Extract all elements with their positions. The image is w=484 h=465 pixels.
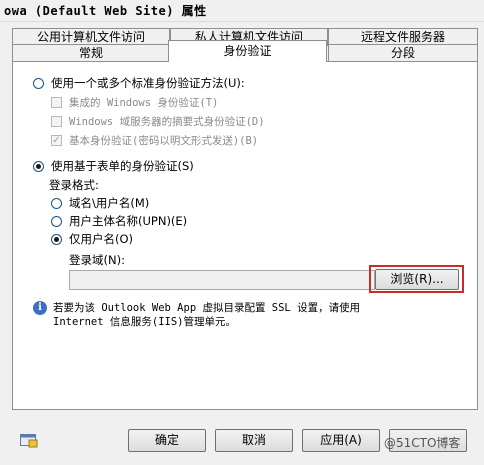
- format-domain-user-label: 域名\用户名(M): [69, 196, 150, 210]
- forms-auth-label: 使用基于表单的身份验证(S): [51, 159, 194, 173]
- standard-auth-radio[interactable]: [33, 77, 44, 89]
- tab-general[interactable]: 常规: [12, 44, 170, 62]
- login-domain-label: 登录域(N):: [69, 253, 125, 267]
- forms-auth-option[interactable]: 使用基于表单的身份验证(S): [33, 158, 194, 174]
- digest-auth-checkbox: [51, 116, 62, 127]
- info-text-line-1: 若要为该 Outlook Web App 虚拟目录配置 SSL 设置，请使用: [53, 302, 361, 314]
- format-upn-radio[interactable]: [51, 215, 62, 227]
- login-format-label: 登录格式:: [49, 178, 99, 192]
- standard-auth-option[interactable]: 使用一个或多个标准身份验证方法(U):: [33, 75, 245, 91]
- digest-auth-label: Windows 域服务器的摘要式身份验证(D): [69, 116, 265, 128]
- tab-authentication[interactable]: 身份验证: [168, 40, 327, 62]
- watermark-text: @51CTO博客: [384, 436, 461, 450]
- integrated-windows-auth-label: 集成的 Windows 身份验证(T): [69, 97, 219, 109]
- integrated-windows-auth-option: 集成的 Windows 身份验证(T): [51, 95, 218, 110]
- format-username-label: 仅用户名(O): [69, 232, 134, 246]
- digest-auth-option: Windows 域服务器的摘要式身份验证(D): [51, 114, 265, 129]
- ok-button[interactable]: 确定: [128, 429, 206, 452]
- ssl-info-message: i 若要为该 Outlook Web App 虚拟目录配置 SSL 设置，请使用…: [33, 301, 360, 329]
- basic-auth-checkbox: ✓: [51, 135, 62, 146]
- forms-auth-radio[interactable]: [33, 160, 44, 172]
- cancel-button[interactable]: 取消: [215, 429, 293, 452]
- basic-auth-option: ✓ 基本身份验证(密码以明文形式发送)(B): [51, 133, 258, 148]
- browse-button[interactable]: 浏览(R)...: [375, 269, 459, 290]
- format-upn-label: 用户主体名称(UPN)(E): [69, 214, 188, 228]
- window-title: owa (Default Web Site) 属性: [0, 0, 484, 22]
- tab-segmentation[interactable]: 分段: [328, 44, 478, 62]
- format-username-option[interactable]: 仅用户名(O): [51, 231, 133, 247]
- basic-auth-label: 基本身份验证(密码以明文形式发送)(B): [69, 135, 259, 147]
- properties-page-icon: [20, 434, 38, 448]
- authentication-panel: 使用一个或多个标准身份验证方法(U): 集成的 Windows 身份验证(T) …: [12, 61, 478, 410]
- standard-auth-label: 使用一个或多个标准身份验证方法(U):: [51, 76, 245, 90]
- format-upn-option[interactable]: 用户主体名称(UPN)(E): [51, 213, 187, 229]
- format-domain-user-radio[interactable]: [51, 197, 62, 209]
- login-domain-field[interactable]: [69, 270, 375, 290]
- watermark: @51CTO博客: [384, 434, 460, 451]
- format-domain-user-option[interactable]: 域名\用户名(M): [51, 195, 149, 211]
- info-text-line-2: Internet 信息服务(IIS)管理单元。: [53, 316, 237, 328]
- integrated-windows-auth-checkbox: [51, 97, 62, 108]
- apply-button[interactable]: 应用(A): [302, 429, 380, 452]
- info-icon: i: [33, 301, 47, 315]
- format-username-radio[interactable]: [51, 233, 62, 245]
